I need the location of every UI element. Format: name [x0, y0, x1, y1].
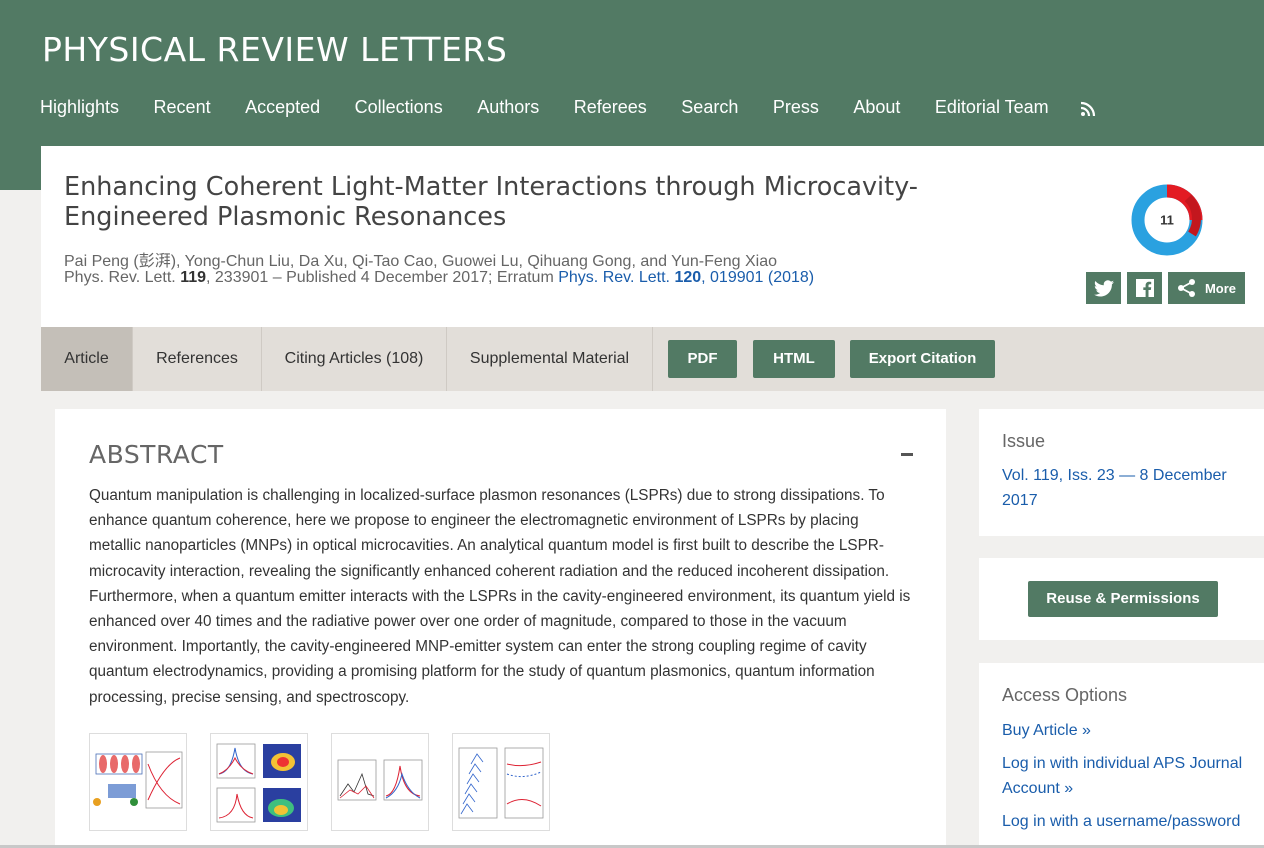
aps-account-login-link[interactable]: Log in with individual APS Journal Accou…: [1002, 751, 1252, 801]
buy-article-link[interactable]: Buy Article »: [1002, 718, 1252, 743]
article-citation: Phys. Rev. Lett. 119, 233901 – Published…: [64, 269, 814, 287]
figure-3-image: [337, 759, 423, 801]
figure-thumbnail-2[interactable]: [210, 733, 308, 831]
abstract-card: ABSTRACT Quantum manipulation is challen…: [55, 409, 946, 848]
reuse-permissions-button[interactable]: Reuse & Permissions: [1028, 581, 1218, 617]
altmetric-badge[interactable]: 11: [1131, 184, 1203, 256]
export-citation-button[interactable]: Export Citation: [850, 340, 995, 378]
article-authors: Pai Peng (彭湃), Yong-Chun Liu, Da Xu, Qi-…: [64, 253, 778, 270]
main-nav: Highlights Recent Accepted Collections A…: [40, 97, 1083, 118]
figure-1-image: [93, 751, 183, 809]
tab-citing-articles[interactable]: Citing Articles (108): [262, 327, 447, 391]
issue-card: Issue Vol. 119, Iss. 23 — 8 December 201…: [979, 409, 1264, 536]
site-title[interactable]: PHYSICAL REVIEW LETTERS: [42, 30, 507, 69]
access-options-heading: Access Options: [1002, 685, 1128, 705]
citation-volume: 119: [180, 269, 207, 286]
abstract-heading: ABSTRACT: [89, 440, 224, 469]
nav-referees[interactable]: Referees: [574, 97, 647, 118]
reuse-card: Reuse & Permissions: [979, 558, 1264, 640]
altmetric-score: 11: [1160, 213, 1174, 228]
figure-thumbnail-1[interactable]: [89, 733, 187, 831]
abstract-text: Quantum manipulation is challenging in l…: [89, 487, 911, 706]
facebook-share-button[interactable]: [1127, 272, 1162, 304]
html-button[interactable]: HTML: [753, 340, 835, 378]
share-icon: [1177, 279, 1195, 297]
tab-references[interactable]: References: [133, 327, 262, 391]
nav-collections[interactable]: Collections: [355, 97, 443, 118]
article-title: Enhancing Coherent Light-Matter Interact…: [64, 172, 918, 232]
nav-recent[interactable]: Recent: [154, 97, 211, 118]
issue-heading: Issue: [1002, 431, 1046, 451]
figure-thumbnail-3[interactable]: [331, 733, 429, 831]
erratum-link[interactable]: Phys. Rev. Lett. 120, 019901 (2018): [558, 269, 814, 286]
nav-highlights[interactable]: Highlights: [40, 97, 119, 118]
erratum-rest: , 019901 (2018): [701, 269, 815, 286]
collapse-abstract-button[interactable]: [901, 453, 913, 456]
more-share-button[interactable]: More: [1168, 272, 1245, 304]
nav-about[interactable]: About: [853, 97, 900, 118]
pdf-button[interactable]: PDF: [668, 340, 737, 378]
article-tabs: Article References Citing Articles (108)…: [41, 327, 1264, 391]
twitter-icon: [1093, 279, 1114, 296]
figure-4-image: [458, 747, 544, 819]
issue-link[interactable]: Vol. 119, Iss. 23 — 8 December 2017: [1002, 463, 1252, 513]
tab-article[interactable]: Article: [41, 327, 133, 391]
figure-thumbnail-4[interactable]: [452, 733, 550, 831]
figure-2-image: [216, 743, 301, 823]
username-login-link[interactable]: Log in with a username/password: [1002, 809, 1252, 834]
citation-journal: Phys. Rev. Lett.: [64, 269, 176, 286]
erratum-volume: 120: [674, 269, 702, 286]
nav-press[interactable]: Press: [773, 97, 819, 118]
erratum-journal: Phys. Rev. Lett.: [558, 269, 670, 286]
article-header-card: Enhancing Coherent Light-Matter Interact…: [41, 146, 1264, 327]
citation-article-info: , 233901 – Published 4 December 2017; Er…: [206, 269, 559, 286]
nav-search[interactable]: Search: [681, 97, 738, 118]
rss-icon[interactable]: [1080, 101, 1096, 117]
tab-supplemental-material[interactable]: Supplemental Material: [447, 327, 653, 391]
nav-authors[interactable]: Authors: [477, 97, 539, 118]
access-options-card: Access Options Buy Article » Log in with…: [979, 663, 1264, 848]
twitter-share-button[interactable]: [1086, 272, 1121, 304]
nav-editorial-team[interactable]: Editorial Team: [935, 97, 1049, 118]
nav-accepted[interactable]: Accepted: [245, 97, 320, 118]
facebook-icon: [1135, 279, 1154, 297]
more-share-label: More: [1204, 280, 1237, 296]
